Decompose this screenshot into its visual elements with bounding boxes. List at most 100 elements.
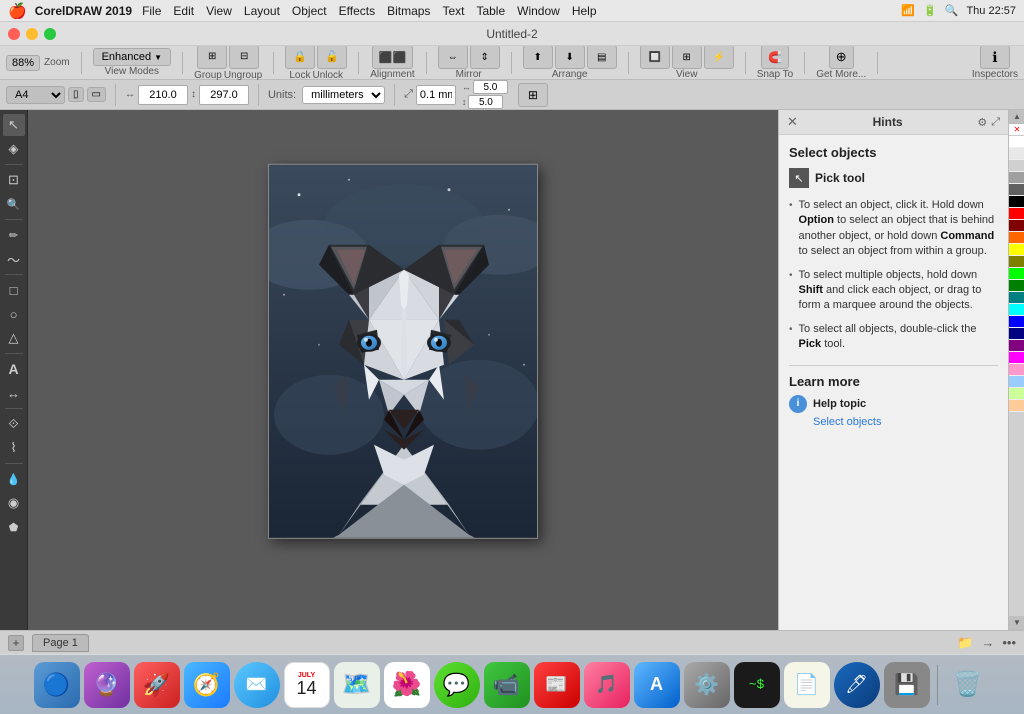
palette-scroll-down[interactable]: ▼ bbox=[1009, 616, 1024, 630]
ellipse-tool-button[interactable]: ○ bbox=[3, 303, 25, 325]
color-olive[interactable] bbox=[1009, 256, 1024, 268]
menu-edit[interactable]: Edit bbox=[173, 4, 194, 18]
freehand-tool-button[interactable]: ✏ bbox=[3, 224, 25, 246]
help-link[interactable]: Select objects bbox=[813, 416, 998, 428]
color-black[interactable] bbox=[1009, 196, 1024, 208]
dimension-tool-button[interactable]: ↔ bbox=[3, 382, 25, 404]
mirror-h-button[interactable]: ⇔ bbox=[438, 45, 468, 69]
units-select[interactable]: millimeters inches pixels bbox=[302, 86, 385, 104]
hints-settings-icon[interactable]: ⚙ bbox=[977, 116, 987, 129]
text-tool-button[interactable]: A bbox=[3, 358, 25, 380]
polygon-tool-button[interactable]: △ bbox=[3, 327, 25, 349]
snap-to-button[interactable]: 🧲 bbox=[761, 45, 789, 69]
dock-siri[interactable]: 🔮 bbox=[84, 662, 130, 708]
menu-object[interactable]: Object bbox=[292, 4, 327, 18]
width-input[interactable]: 210.0 bbox=[138, 85, 188, 105]
color-green[interactable] bbox=[1009, 268, 1024, 280]
color-red[interactable] bbox=[1009, 208, 1024, 220]
pick-tool-button[interactable]: ↖ bbox=[3, 114, 25, 136]
menu-layout[interactable]: Layout bbox=[244, 4, 280, 18]
statusbar-folder-icon[interactable]: 📁 bbox=[957, 635, 973, 651]
unlock-button[interactable]: 🔓 bbox=[317, 45, 347, 69]
color-purple[interactable] bbox=[1009, 340, 1024, 352]
color-blue[interactable] bbox=[1009, 316, 1024, 328]
view-mode-button[interactable]: Enhanced ▼ bbox=[93, 48, 171, 66]
canvas-area[interactable] bbox=[28, 110, 778, 630]
connector-tool-button[interactable]: ⌇ bbox=[3, 437, 25, 459]
dock-calendar[interactable]: JULY 14 bbox=[284, 662, 330, 708]
menu-table[interactable]: Table bbox=[476, 4, 505, 18]
close-button[interactable] bbox=[8, 28, 20, 40]
dock-mail[interactable]: ✉️ bbox=[234, 662, 280, 708]
color-navy[interactable] bbox=[1009, 328, 1024, 340]
eyedropper-tool-button[interactable]: 💧 bbox=[3, 468, 25, 490]
rectangle-tool-button[interactable]: □ bbox=[3, 279, 25, 301]
dock-coreldraw[interactable]: 🖊 bbox=[834, 662, 880, 708]
color-white[interactable] bbox=[1009, 136, 1024, 148]
get-more-button[interactable]: ⊕ bbox=[829, 45, 854, 69]
color-dark-red[interactable] bbox=[1009, 220, 1024, 232]
zoom-tool-button[interactable]: 🔍 bbox=[3, 193, 25, 215]
arrange-button1[interactable]: ⬆ bbox=[523, 45, 553, 69]
hints-close-button[interactable]: ✕ bbox=[787, 114, 798, 130]
dock-music[interactable]: 🎵 bbox=[584, 662, 630, 708]
dock-launchpad[interactable]: 🚀 bbox=[134, 662, 180, 708]
group-button[interactable]: ⊞ bbox=[197, 45, 227, 69]
dock-files[interactable]: 📄 bbox=[784, 662, 830, 708]
color-lime[interactable] bbox=[1009, 388, 1024, 400]
color-none[interactable]: ✕ bbox=[1009, 124, 1024, 136]
alignment-button[interactable]: ⬛⬛ bbox=[372, 45, 413, 69]
color-peach[interactable] bbox=[1009, 400, 1024, 412]
add-page-button[interactable]: + bbox=[8, 635, 24, 651]
mirror-v-button[interactable]: ⇕ bbox=[470, 45, 500, 69]
menu-window[interactable]: Window bbox=[517, 4, 560, 18]
color-cyan[interactable] bbox=[1009, 304, 1024, 316]
color-light-gray1[interactable] bbox=[1009, 148, 1024, 160]
dock-terminal[interactable]: ~$ bbox=[734, 662, 780, 708]
dock-messages[interactable]: 💬 bbox=[434, 662, 480, 708]
smart-draw-tool-button[interactable]: 〜 bbox=[3, 248, 25, 270]
color-dark-green[interactable] bbox=[1009, 280, 1024, 292]
color-yellow[interactable] bbox=[1009, 244, 1024, 256]
nudge-distance-input[interactable]: 0.1 mm bbox=[416, 85, 456, 105]
maximize-button[interactable] bbox=[44, 28, 56, 40]
menu-help[interactable]: Help bbox=[572, 4, 597, 18]
color-magenta[interactable] bbox=[1009, 352, 1024, 364]
color-teal[interactable] bbox=[1009, 292, 1024, 304]
dock-systemprefs[interactable]: ⚙️ bbox=[684, 662, 730, 708]
color-dark-gray[interactable] bbox=[1009, 184, 1024, 196]
fill-tool-button[interactable]: ◉ bbox=[3, 492, 25, 514]
page-landscape-button[interactable]: ▭ bbox=[87, 87, 106, 102]
nudge-x-input[interactable]: 5.0 bbox=[473, 80, 508, 94]
menu-effects[interactable]: Effects bbox=[339, 4, 375, 18]
nudge-y-input[interactable]: 5.0 bbox=[468, 95, 503, 109]
apple-menu[interactable]: 🍎 bbox=[8, 2, 27, 20]
page-tab[interactable]: Page 1 bbox=[32, 634, 89, 652]
dock-safari[interactable]: 🧭 bbox=[184, 662, 230, 708]
view-button2[interactable]: ⊞ bbox=[672, 45, 702, 69]
search-icon[interactable]: 🔍 bbox=[945, 4, 959, 17]
color-pink[interactable] bbox=[1009, 364, 1024, 376]
node-tool-button[interactable]: ◈ bbox=[3, 138, 25, 160]
page-portrait-button[interactable]: ▯ bbox=[68, 87, 84, 102]
view-button3[interactable]: ⚡ bbox=[704, 45, 734, 69]
zoom-value-display[interactable]: 88% bbox=[6, 55, 40, 71]
page-format-select[interactable]: A4 Letter bbox=[6, 86, 65, 104]
color-gray[interactable] bbox=[1009, 172, 1024, 184]
arrange-button2[interactable]: ⬇ bbox=[555, 45, 585, 69]
crop-marks-button[interactable]: ⊞ bbox=[518, 83, 548, 107]
crop-tool-button[interactable]: ⊡ bbox=[3, 169, 25, 191]
interactive-fill-button[interactable]: ⬟ bbox=[3, 516, 25, 538]
color-light-blue[interactable] bbox=[1009, 376, 1024, 388]
minimize-button[interactable] bbox=[26, 28, 38, 40]
menu-bitmaps[interactable]: Bitmaps bbox=[387, 4, 430, 18]
dock-trash[interactable]: 🗑️ bbox=[945, 662, 991, 708]
dock-facetime[interactable]: 📹 bbox=[484, 662, 530, 708]
dock-news[interactable]: 📰 bbox=[534, 662, 580, 708]
dock-diskutil[interactable]: 💾 bbox=[884, 662, 930, 708]
view-button1[interactable]: 🔲 bbox=[640, 45, 670, 69]
menu-text[interactable]: Text bbox=[442, 4, 464, 18]
statusbar-more-icon[interactable]: ••• bbox=[1002, 635, 1016, 650]
menu-file[interactable]: File bbox=[142, 4, 161, 18]
statusbar-arrow-icon[interactable]: → bbox=[981, 635, 994, 650]
